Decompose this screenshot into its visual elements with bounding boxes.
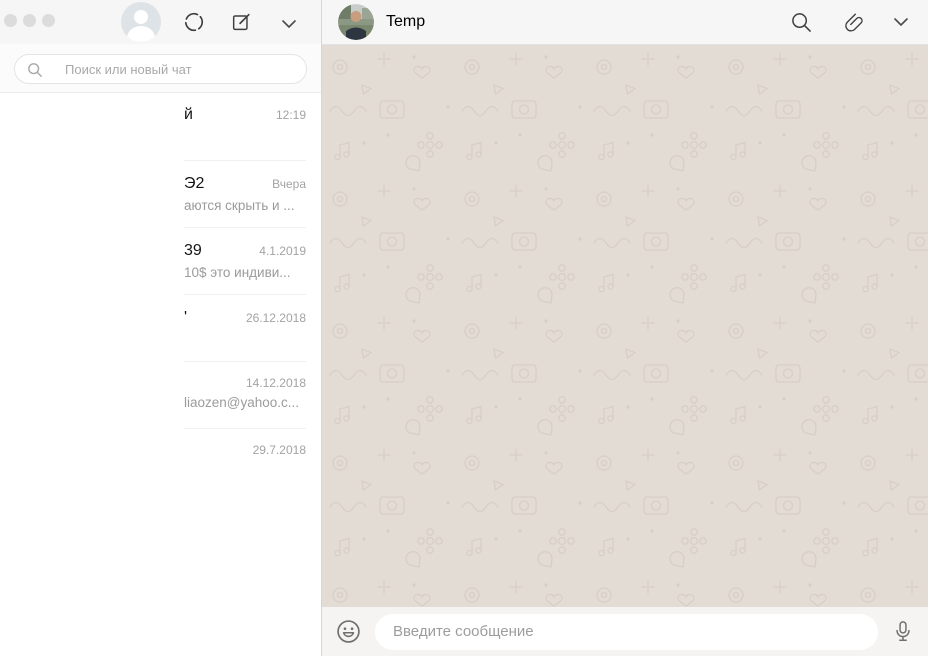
chat-menu-button[interactable] [894,18,908,26]
contact-photo [338,4,374,40]
contact-avatar[interactable] [338,4,374,40]
chat-name: Э2 [184,175,204,193]
chat-list-item[interactable]: Э2 Вчера аются скрыть и ... [0,160,321,228]
voice-message-button[interactable] [892,619,914,645]
doodle-pattern [322,45,928,607]
chat-list-item[interactable]: 39 4.1.2019 10$ это индиви... [0,227,321,295]
whatsapp-window: й 12:19 Э2 Вчера аются скрыть и ... [0,0,928,656]
chat-time: Вчера [272,177,306,191]
chat-title: Temp [386,13,425,31]
chat-header: Temp [322,0,928,45]
attach-button[interactable] [842,11,864,33]
chat-list-item[interactable]: й 12:19 [0,93,321,161]
search-in-chat-button[interactable] [791,12,812,33]
chat-preview: liaozen@yahoo.c... [184,395,306,410]
sidebar-menu-button[interactable] [277,12,301,36]
chat-preview: аются скрыть и ... [184,198,306,213]
message-input[interactable] [375,614,878,650]
compose-icon [230,11,252,33]
person-icon [127,26,155,42]
search-icon [27,62,43,78]
chat-name: 39 [184,242,202,260]
sidebar: й 12:19 Э2 Вчера аются скрыть и ... [0,0,322,656]
person-icon [134,10,148,24]
sidebar-header [0,0,321,44]
chat-name: ' [184,309,187,327]
chat-wallpaper [322,45,928,607]
search-box [14,54,307,84]
smiley-icon [336,619,361,644]
chat-header-actions [791,11,928,33]
window-controls [4,14,55,27]
chat-time: 29.7.2018 [253,443,306,457]
chat-time: 4.1.2019 [259,244,306,258]
chat-time: 12:19 [276,108,306,122]
search-icon [791,12,812,33]
chat-list-item[interactable]: 29.7.2018 [0,428,321,496]
search-section [0,44,321,93]
close-button[interactable] [4,14,17,27]
chat-list-item[interactable]: 14.12.2018 liaozen@yahoo.c... [0,361,321,429]
chat-time: 14.12.2018 [246,376,306,390]
chevron-down-icon [282,20,296,28]
microphone-icon [892,619,914,645]
new-chat-button[interactable] [229,10,253,34]
chat-panel: Temp [322,0,928,656]
minimize-button[interactable] [23,14,36,27]
chat-list: й 12:19 Э2 Вчера аются скрыть и ... [0,93,321,656]
profile-avatar[interactable] [121,2,161,42]
chat-preview: 10$ это индиви... [184,265,306,280]
paperclip-icon [842,11,864,33]
composer-bar [322,607,928,656]
emoji-button[interactable] [336,619,361,644]
chevron-down-icon [894,18,908,26]
zoom-button[interactable] [42,14,55,27]
search-input[interactable] [15,55,306,83]
chat-list-item[interactable]: ' 26.12.2018 [0,294,321,362]
status-button[interactable] [182,10,206,34]
chat-time: 26.12.2018 [246,311,306,325]
status-icon [183,11,205,33]
chat-name: й [184,106,193,124]
